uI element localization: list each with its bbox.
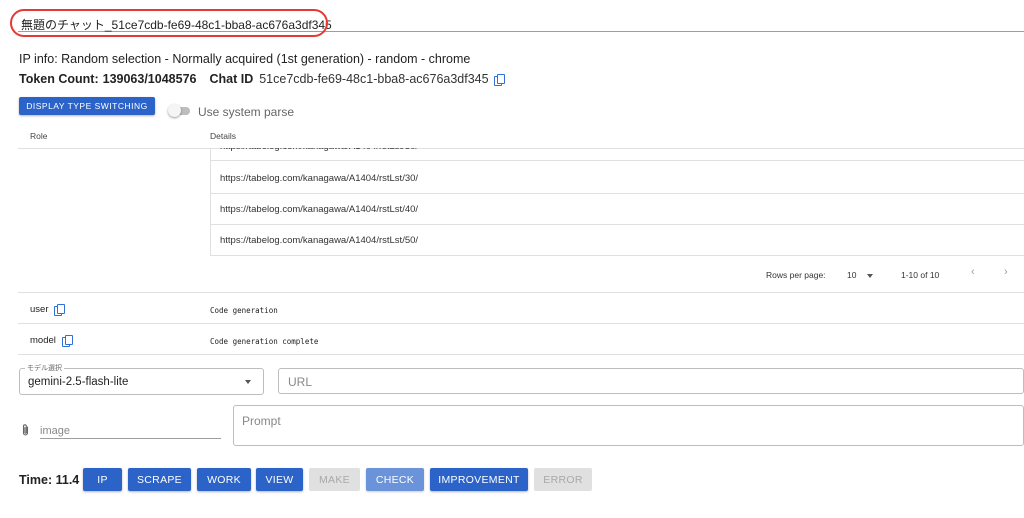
chat-id-value: 51ce7cdb-fe69-48c1-bba8-ac676a3df345 — [259, 72, 489, 86]
rows-per-page-value: 10 — [847, 270, 857, 280]
previous-page-icon[interactable]: ‹ — [971, 266, 975, 278]
table-row-detail: Code generation — [210, 306, 278, 315]
toggle-knob — [168, 104, 181, 117]
prompt-textarea[interactable] — [233, 405, 1024, 446]
row-divider — [18, 292, 1024, 293]
ip-info: IP info: Random selection - Normally acq… — [19, 52, 471, 66]
chat-id-label: Chat ID — [209, 72, 254, 86]
nested-url-cell: https://tabelog.com/kanagawa/A1404/rstLs… — [220, 235, 419, 246]
details-column-header: Details — [210, 131, 236, 141]
table-row-role: model — [30, 335, 73, 347]
nested-row-divider — [210, 255, 1024, 256]
error-button: ERROR — [534, 468, 592, 491]
token-count-label: Token Count: — [19, 72, 99, 86]
elapsed-time: Time: 11.4 — [19, 473, 79, 487]
url-input[interactable] — [278, 368, 1024, 394]
improvement-button[interactable]: IMPROVEMENT — [430, 468, 528, 491]
prompt-placeholder: Prompt — [242, 414, 281, 428]
copy-icon[interactable] — [61, 335, 73, 347]
url-placeholder: URL — [288, 375, 313, 389]
token-count-value: 139063/1048576 — [102, 72, 197, 86]
chevron-down-icon — [867, 274, 873, 278]
copy-icon[interactable] — [493, 73, 505, 86]
rows-per-page-select[interactable]: 10 — [847, 267, 877, 283]
table-row-detail: Code generation complete — [210, 337, 319, 346]
next-page-icon[interactable]: › — [1004, 266, 1008, 278]
model-select-label: モデル選択 — [25, 363, 64, 373]
work-button[interactable]: WORK — [197, 468, 251, 491]
nested-url-clipped-row: https://tabelog.com/kanagawa/A1404/rstLs… — [210, 148, 1024, 154]
title-highlight-annotation — [10, 9, 328, 37]
image-input-underline — [40, 438, 221, 439]
nested-url-cell: https://tabelog.com/kanagawa/A1404/rstLs… — [220, 173, 419, 184]
paperclip-icon[interactable] — [21, 423, 30, 437]
table-row-role: user — [30, 304, 66, 316]
rows-per-page-label: Rows per page: — [766, 270, 826, 280]
ip-button[interactable]: IP — [83, 468, 122, 491]
system-parse-toggle[interactable] — [168, 104, 190, 117]
nested-url-clipped-text: https://tabelog.com/kanagawa/A1404/rstLs… — [220, 148, 418, 152]
model-select-value: gemini-2.5-flash-lite — [28, 376, 129, 388]
nested-table-border — [210, 148, 211, 256]
scrape-button[interactable]: SCRAPE — [128, 468, 191, 491]
token-info-row: Token Count: 139063/1048576 Chat ID 51ce… — [19, 72, 505, 86]
view-button[interactable]: VIEW — [256, 468, 303, 491]
row-divider — [18, 354, 1024, 355]
nested-row-divider — [210, 193, 1024, 194]
make-button: MAKE — [309, 468, 360, 491]
display-type-switch-button[interactable]: DISPLAY TYPE SWITCHING — [19, 97, 155, 115]
role-label: model — [30, 335, 56, 346]
check-button[interactable]: CHECK — [366, 468, 424, 491]
nested-row-divider — [210, 224, 1024, 225]
system-parse-label: Use system parse — [198, 105, 295, 119]
role-label: user — [30, 304, 49, 315]
role-column-header: Role — [30, 131, 48, 141]
pagination-range: 1-10 of 10 — [901, 270, 940, 280]
chevron-down-icon — [245, 380, 251, 384]
nested-url-cell: https://tabelog.com/kanagawa/A1404/rstLs… — [220, 204, 419, 215]
copy-icon[interactable] — [54, 304, 66, 316]
nested-row-divider — [210, 160, 1024, 161]
row-divider — [18, 323, 1024, 324]
time-value: 11.4 — [55, 473, 80, 487]
image-input-placeholder[interactable]: image — [40, 425, 70, 437]
time-label: Time: — [19, 473, 53, 487]
